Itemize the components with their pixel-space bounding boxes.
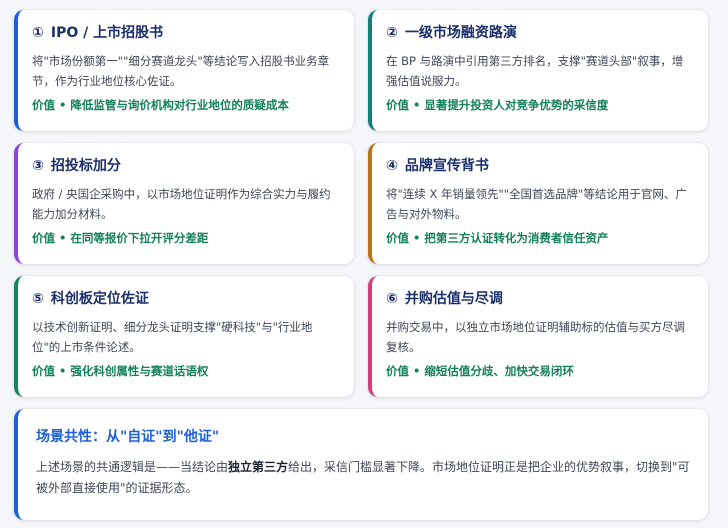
- card-value: 价值 • 降低监管与询价机构对行业地位的质疑成本: [32, 98, 289, 112]
- scenario-card-brand: ④ 品牌宣传背书 将"连续 X 年销量领先""全国首选品牌"等结论用于官网、广告…: [368, 143, 708, 264]
- scenario-card-bidding: ③ 招投标加分 政府 / 央国企采购中，以市场地位证明作为综合实力与履约能力加分…: [14, 143, 354, 264]
- scenario-card-financing-roadshow: ② 一级市场融资路演 在 BP 与路演中引用第三方排名，支撑"赛道头部"叙事，增…: [368, 10, 708, 131]
- summary-text-emphasis: 独立第三方: [228, 460, 289, 474]
- card-title-text: 科创板定位佐证: [50, 291, 149, 307]
- summary-title: 场景共性：从"自证"到"他证": [36, 429, 220, 445]
- card-title: ② 一级市场融资路演: [386, 23, 692, 43]
- card-description: 将"连续 X 年销量领先""全国首选品牌"等结论用于官网、广告与对外物料。: [386, 187, 687, 221]
- card-description: 政府 / 央国企采购中，以市场地位证明作为综合实力与履约能力加分材料。: [32, 187, 331, 221]
- summary-card: 场景共性：从"自证"到"他证" 上述场景的共通逻辑是——当结论由独立第三方给出，…: [14, 409, 708, 520]
- summary-text-part: 上述场景的共通逻辑是——当结论由: [36, 460, 229, 474]
- card-title-text: 一级市场融资路演: [404, 25, 517, 41]
- card-value: 价值 • 显著提升投资人对竞争优势的采信度: [386, 98, 609, 112]
- card-title-text: 品牌宣传背书: [404, 158, 489, 174]
- card-title-text: 招投标加分: [50, 158, 121, 174]
- card-number: ②: [386, 25, 398, 41]
- card-number: ④: [386, 158, 398, 174]
- card-title: ④ 品牌宣传背书: [386, 156, 692, 176]
- card-value: 价值 • 把第三方认证转化为消费者信任资产: [386, 231, 609, 245]
- card-description: 将"市场份额第一""细分赛道龙头"等结论写入招股书业务章节，作为行业地位核心佐证…: [32, 54, 330, 88]
- card-number: ⑤: [32, 291, 44, 307]
- card-title: ① IPO / 上市招股书: [32, 23, 338, 43]
- card-description: 以技术创新证明、细分龙头证明支撑"硬科技"与"行业地位"的上市条件论述。: [32, 320, 313, 354]
- card-value: 价值 • 缩短估值分歧、加快交易闭环: [386, 364, 574, 378]
- card-value: 价值 • 在同等报价下拉开评分差距: [32, 231, 209, 245]
- card-number: ③: [32, 158, 44, 174]
- card-value: 价值 • 强化科创属性与赛道话语权: [32, 364, 209, 378]
- scenario-card-star-market: ⑤ 科创板定位佐证 以技术创新证明、细分龙头证明支撑"硬科技"与"行业地位"的上…: [14, 276, 354, 397]
- card-description: 在 BP 与路演中引用第三方排名，支撑"赛道头部"叙事，增强估值说服力。: [386, 54, 684, 88]
- scenario-card-ma: ⑥ 并购估值与尽调 并购交易中，以独立市场地位证明辅助标的估值与买方尽调复核。 …: [368, 276, 708, 397]
- scenario-card-ipo: ① IPO / 上市招股书 将"市场份额第一""细分赛道龙头"等结论写入招股书业…: [14, 10, 354, 131]
- card-title: ⑤ 科创板定位佐证: [32, 289, 338, 309]
- card-title-text: IPO / 上市招股书: [50, 25, 164, 41]
- card-description: 并购交易中，以独立市场地位证明辅助标的估值与买方尽调复核。: [386, 320, 685, 354]
- summary-text: 上述场景的共通逻辑是——当结论由独立第三方给出，采信门槛显著下降。市场地位证明正…: [36, 457, 692, 499]
- card-title: ③ 招投标加分: [32, 156, 338, 176]
- card-title-text: 并购估值与尽调: [404, 291, 503, 307]
- card-number: ⑥: [386, 291, 398, 307]
- card-title: ⑥ 并购估值与尽调: [386, 289, 692, 309]
- card-number: ①: [32, 25, 44, 41]
